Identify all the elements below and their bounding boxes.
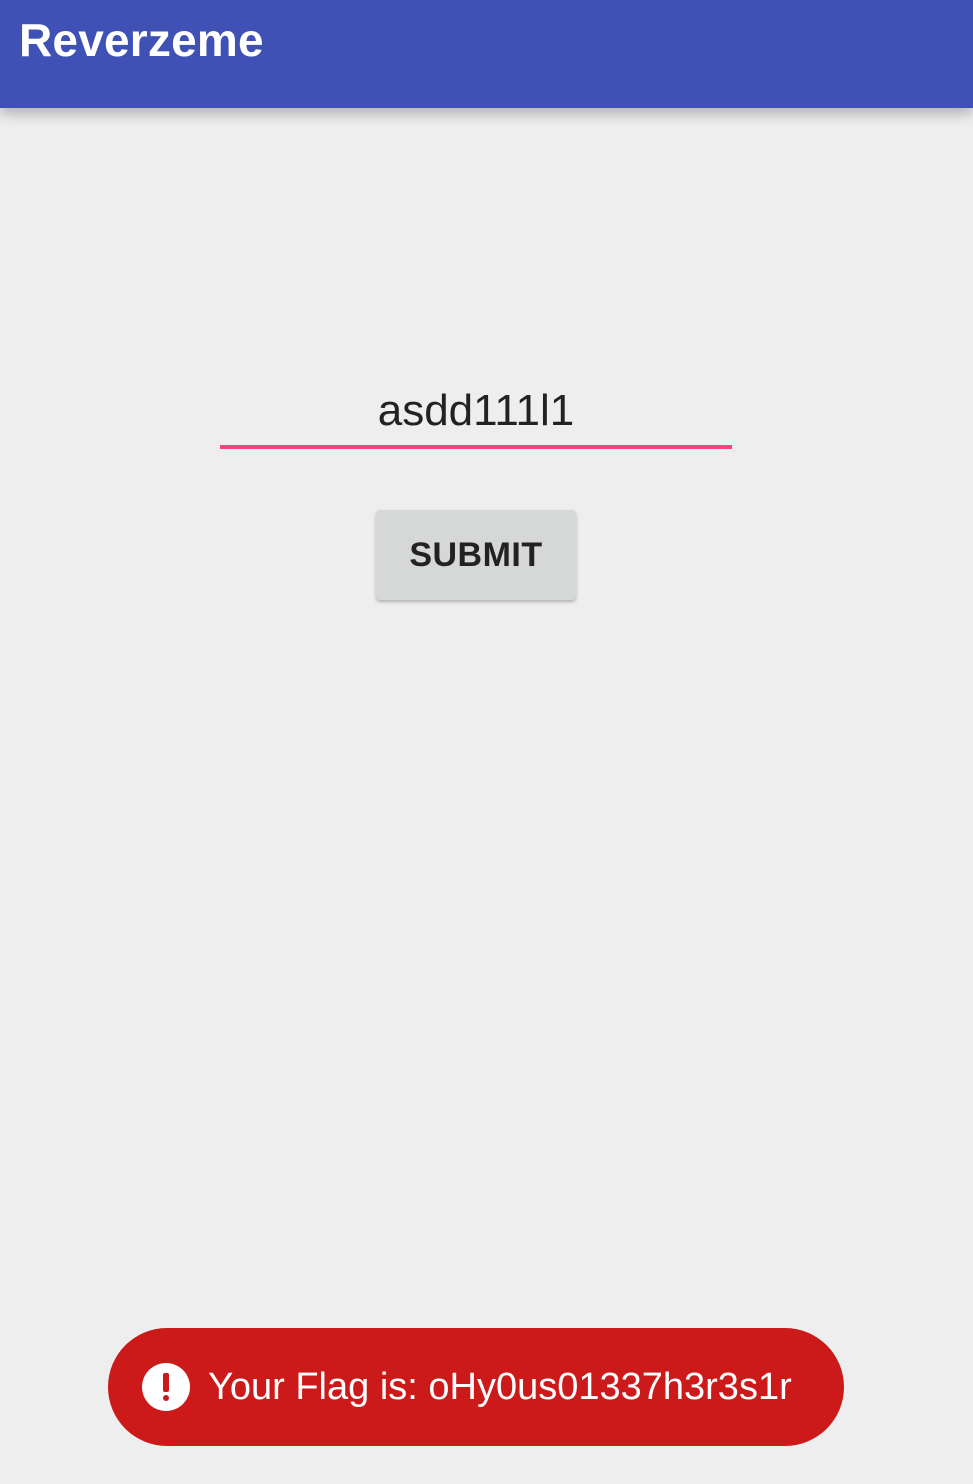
flag-toast: Your Flag is: oHy0us01337h3r3s1r <box>108 1328 844 1446</box>
submit-button[interactable]: SUBMIT <box>376 510 576 600</box>
app-title: Reverzeme <box>19 14 264 66</box>
toast-message: Your Flag is: oHy0us01337h3r3s1r <box>208 1365 792 1408</box>
flag-input-container <box>220 378 732 452</box>
submit-button-label: SUBMIT <box>409 535 543 574</box>
exclamation-circle-icon <box>142 1363 190 1411</box>
app-bar: Reverzeme <box>0 0 973 108</box>
input-underline <box>220 445 732 449</box>
main-content: SUBMIT Your Flag is: oHy0us01337h3r3s1r <box>0 108 973 1484</box>
flag-input[interactable] <box>220 378 732 444</box>
